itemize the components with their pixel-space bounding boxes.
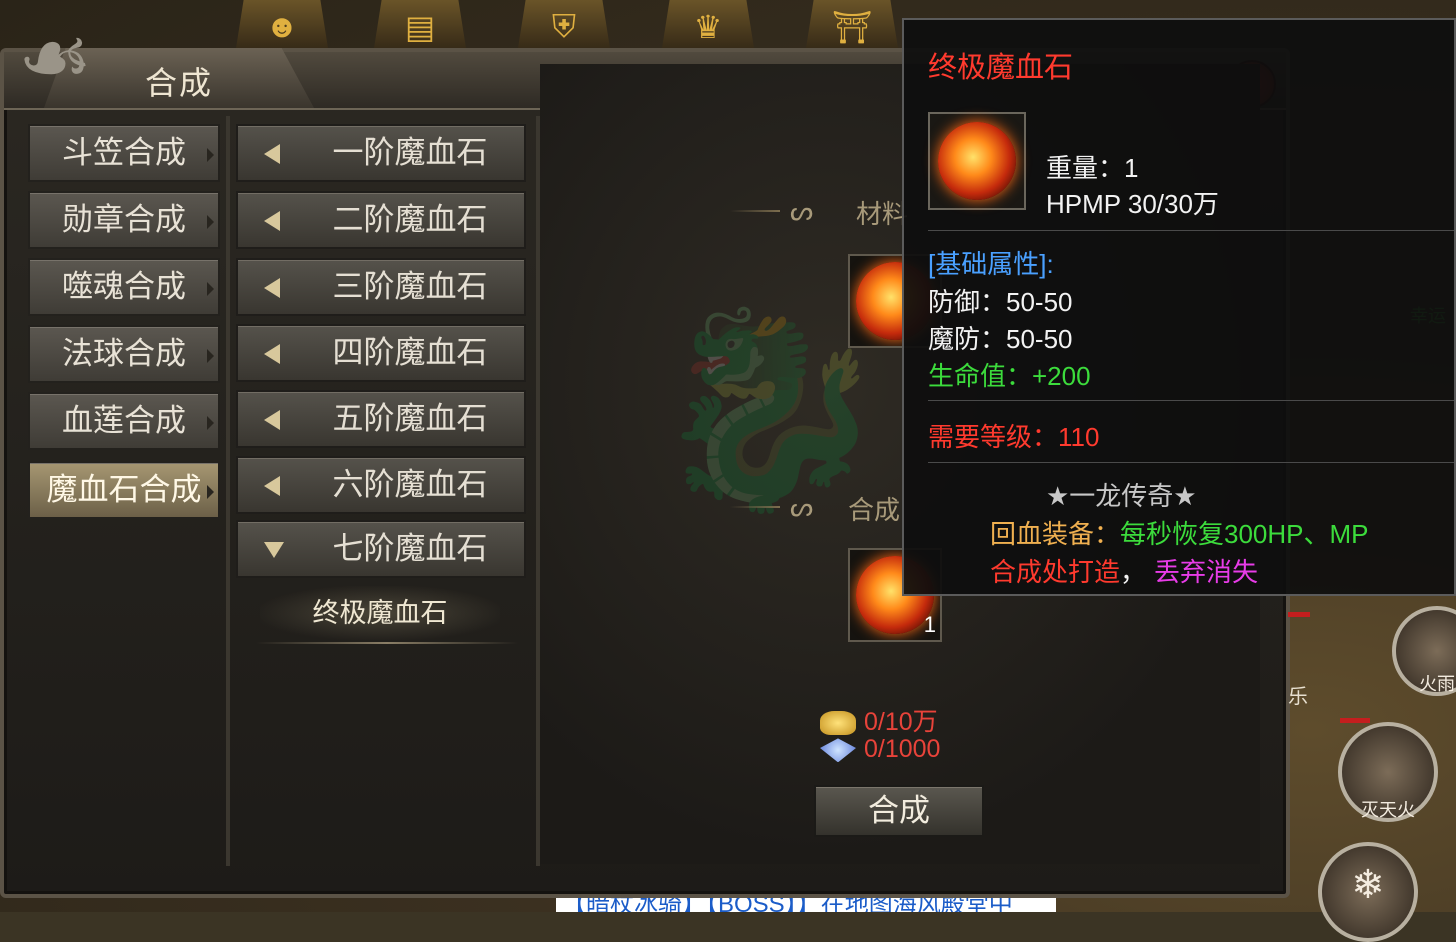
blood-stone-icon <box>938 122 1016 200</box>
tooltip-divider <box>928 400 1454 401</box>
side-label: 乐 <box>1288 686 1308 708</box>
category-lotus[interactable]: 血莲合成 <box>28 392 220 450</box>
leaf-underline <box>256 642 518 644</box>
category-orb[interactable]: 法球合成 <box>28 325 220 383</box>
chat-message: 【暗杖冰骑】【BOSS】】在地图海风殿堂中 <box>556 898 1056 912</box>
diamond-icon <box>820 738 856 763</box>
drop-note: 丢弃消失 <box>1154 557 1259 587</box>
materials-section-label: 材料 <box>856 199 909 229</box>
tooltip-hp: 生命值：+200 <box>928 361 1091 391</box>
sub-item[interactable]: 六阶魔血石 <box>236 456 526 514</box>
item-tooltip: 终极魔血石 重量：1 HPMP 30/30万 [基础属性]: 防御：50-50 … <box>902 18 1456 596</box>
sub-item-label: 四阶魔血石 <box>332 335 488 370</box>
tooltip-divider <box>928 462 1454 463</box>
tooltip-legend: ★一龙传奇★ <box>1046 481 1197 511</box>
effect-label: 回血装备： <box>990 519 1121 549</box>
chevron-down-icon <box>264 542 284 558</box>
sub-item-label: 一阶魔血石 <box>332 135 488 170</box>
sub-item-label: 五阶魔血石 <box>332 401 488 436</box>
sub-item-label: 六阶魔血石 <box>332 467 488 502</box>
chevron-left-icon <box>264 211 280 231</box>
category-doulì[interactable]: 斗笠合成 <box>28 124 220 182</box>
sub-item-label: 二阶魔血石 <box>332 202 488 237</box>
chevron-left-icon <box>264 144 280 164</box>
sub-item[interactable]: 三阶魔血石 <box>236 258 526 316</box>
tooltip-divider <box>928 230 1454 231</box>
chevron-left-icon <box>264 278 280 298</box>
tooltip-title: 终极魔血石 <box>928 52 1074 84</box>
sub-item-label: 七阶魔血石 <box>332 531 488 566</box>
result-count: 1 <box>923 612 936 637</box>
chevron-left-icon <box>264 476 280 496</box>
divider-line <box>730 210 780 212</box>
result-section-label: 合成 <box>848 495 901 525</box>
source-separator: ， <box>1120 557 1147 587</box>
column-divider <box>226 116 230 866</box>
dragon-ornament-icon: ☙ <box>17 10 93 104</box>
skill-label: 灭天火 <box>1361 800 1415 820</box>
skill-label: 火雨 <box>1419 674 1455 694</box>
chat-text: 【暗杖冰骑】【BOSS】】在地图海风殿堂中 <box>562 898 1013 912</box>
tooltip-effect: 回血装备：每秒恢复300HP、MP <box>990 514 1369 551</box>
craft-button[interactable]: 合成 <box>814 785 984 837</box>
hp-bar <box>1340 718 1370 723</box>
gem-cost-value: 0/1000 <box>864 735 941 763</box>
tooltip-source: 合成处打造， 丢弃消失 <box>990 552 1258 589</box>
skill-sky-fire-button[interactable]: 灭天火 <box>1338 722 1438 822</box>
sub-item[interactable]: 四阶魔血石 <box>236 324 526 382</box>
divider-line <box>730 506 780 508</box>
sub-item[interactable]: 五阶魔血石 <box>236 390 526 448</box>
gem-cost: 0/1000 <box>820 735 940 764</box>
scroll-ornament-icon: ᔕ <box>790 492 814 522</box>
tooltip-level-req: 需要等级：110 <box>928 422 1100 452</box>
sub-item[interactable]: 二阶魔血石 <box>236 191 526 249</box>
chevron-left-icon <box>264 410 280 430</box>
category-blood-stone[interactable]: 魔血石合成 <box>28 461 220 519</box>
tooltip-item-slot <box>928 112 1026 210</box>
tooltip-base-header: [基础属性]: <box>928 249 1054 279</box>
tooltip-hpmp: HPMP 30/30万 <box>1046 189 1219 219</box>
hp-bar <box>1288 612 1310 617</box>
sub-item[interactable]: 一阶魔血石 <box>236 124 526 182</box>
effect-value: 每秒恢复300HP、MP <box>1120 519 1369 549</box>
gold-ingot-icon <box>820 711 856 736</box>
category-medal[interactable]: 勋章合成 <box>28 191 220 249</box>
tooltip-mdefense: 魔防：50-50 <box>928 324 1073 354</box>
tooltip-weight: 重量：1 <box>1046 153 1139 183</box>
chevron-left-icon <box>264 344 280 364</box>
source-label: 合成处打造 <box>990 557 1121 587</box>
gold-cost: 0/10万 <box>820 702 938 738</box>
scroll-ornament-icon: ᔕ <box>790 196 814 226</box>
snowflake-icon[interactable]: ❄ <box>1318 842 1418 942</box>
gold-cost-value: 0/10万 <box>864 708 938 736</box>
leaf-item-selected[interactable]: 终极魔血石 <box>260 586 500 640</box>
sub-item-expanded[interactable]: 七阶魔血石 <box>236 520 526 578</box>
tooltip-defense: 防御：50-50 <box>928 287 1073 317</box>
category-soul[interactable]: 噬魂合成 <box>28 258 220 316</box>
sub-item-label: 三阶魔血石 <box>332 269 488 304</box>
